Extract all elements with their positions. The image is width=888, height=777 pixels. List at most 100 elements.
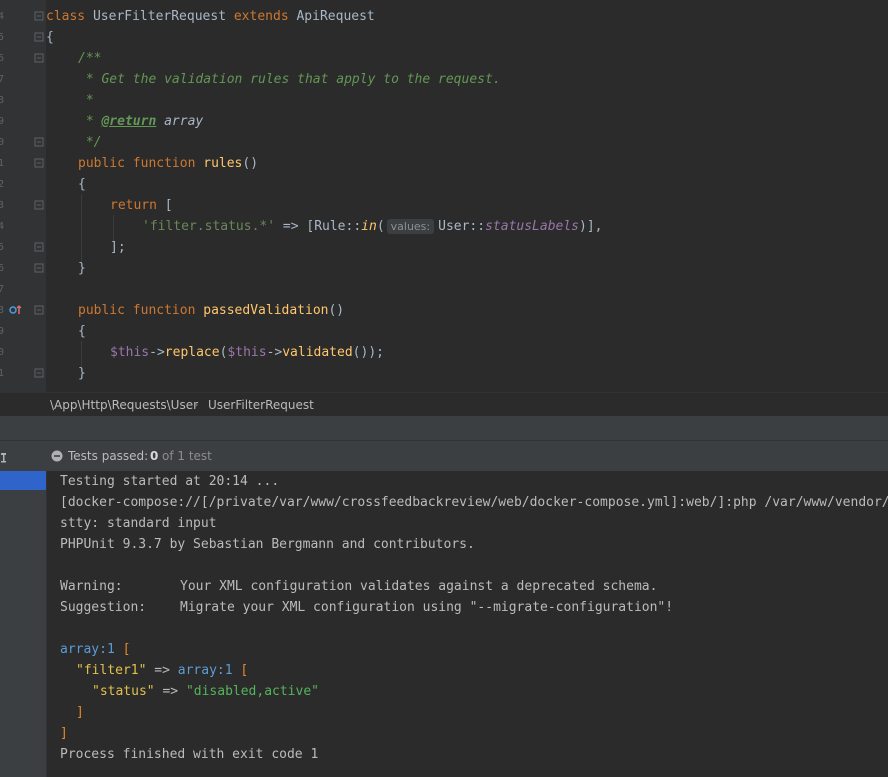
code-line[interactable]: 'filter.status.*' => [Rule::in(values: Us… — [142, 216, 603, 237]
brace: { — [46, 30, 54, 45]
override-method-icon[interactable] — [9, 304, 23, 316]
line-number: 8 — [0, 305, 5, 316]
dump-arrow: => — [154, 684, 186, 699]
line-number: 6 — [0, 53, 5, 64]
fold-marker-icon[interactable] — [34, 158, 44, 168]
breadcrumb-class[interactable]: UserFilterRequest — [208, 393, 314, 417]
keyword: extends — [233, 9, 289, 24]
code-line[interactable]: { — [78, 321, 86, 342]
keyword: return — [110, 198, 157, 213]
code-line[interactable]: * — [78, 90, 94, 111]
ide-window: 4 5 6 7 8 9 0 1 2 3 4 5 6 7 8 9 0 1 clas… — [0, 0, 888, 777]
warning-label: Warning: — [60, 579, 123, 594]
bracket: ]; — [110, 240, 126, 255]
suggestion-label: Suggestion: — [60, 600, 147, 615]
paren: ( — [376, 219, 385, 234]
console-line: Process finished with exit code 1 — [60, 747, 319, 762]
dump-bracket: [ — [232, 663, 249, 678]
fold-marker-icon[interactable] — [34, 11, 44, 21]
code-line[interactable]: public function passedValidation() — [78, 300, 344, 321]
line-number: 9 — [0, 326, 5, 337]
class-name: UserFilterRequest — [92, 9, 227, 24]
dump-line: "status" => "disabled,active" — [92, 681, 319, 702]
doc-return-tag[interactable]: @return — [101, 114, 156, 129]
keyword: function — [132, 156, 196, 171]
fold-marker-icon[interactable] — [34, 368, 44, 378]
run-panel-header: Tests passed: 0 of 1 test — [0, 441, 888, 471]
console-line: Suggestion: Migrate your XML configuratio… — [60, 597, 673, 618]
fold-marker-icon[interactable] — [34, 242, 44, 252]
keyword: public — [78, 156, 125, 171]
code-line[interactable]: { — [46, 27, 54, 48]
console-output[interactable]: Testing started at 20:14 ... [docker-com… — [47, 471, 888, 777]
operator: -> — [266, 345, 283, 360]
line-number: 9 — [0, 116, 5, 127]
line-number: 1 — [0, 158, 5, 169]
doc-comment: /** — [78, 51, 102, 66]
console-line: Testing started at 20:14 ... — [60, 474, 280, 489]
console-line: stty: standard input — [60, 516, 217, 531]
brace: { — [78, 177, 86, 192]
tests-passed-count: 0 — [150, 449, 159, 463]
keyword: class — [46, 9, 86, 24]
dump-line: ] — [60, 723, 68, 744]
function-call: in — [361, 219, 377, 234]
dump-type[interactable]: array:1 — [60, 642, 115, 657]
bracket: [ — [156, 198, 173, 213]
fold-marker-icon[interactable] — [34, 200, 44, 210]
breadcrumb: \App\Http\Requests\User › UserFilterRequ… — [0, 392, 888, 417]
brace: } — [78, 261, 86, 276]
code-editor[interactable]: 4 5 6 7 8 9 0 1 2 3 4 5 6 7 8 9 0 1 clas… — [0, 0, 888, 392]
code-line[interactable]: } — [78, 363, 86, 384]
method-call: replace — [164, 345, 220, 360]
warning-text: Your XML configuration validates against… — [180, 579, 658, 594]
tests-status-label: Tests passed: — [68, 449, 149, 463]
close-expr: )], — [579, 219, 603, 234]
code-line[interactable]: return [ — [110, 195, 173, 216]
code-line[interactable]: ]; — [110, 237, 126, 258]
console-line: [docker-compose://[/private/var/www/cros… — [60, 495, 888, 510]
selected-test-node[interactable] — [0, 471, 46, 490]
fold-marker-icon[interactable] — [34, 137, 44, 147]
dump-bracket: [ — [114, 642, 131, 657]
minus-circle-icon — [51, 450, 63, 462]
code-line[interactable]: class UserFilterRequest extends ApiReque… — [46, 6, 375, 27]
fold-marker-icon[interactable] — [34, 32, 44, 42]
dump-type[interactable]: array:1 — [178, 663, 233, 678]
indent-guide — [81, 194, 82, 262]
pin-icon[interactable] — [0, 451, 8, 465]
code-line[interactable]: * @return array — [78, 111, 203, 132]
line-number: 1 — [0, 368, 5, 379]
line-number: 8 — [0, 95, 5, 106]
tests-total: of 1 test — [162, 449, 212, 463]
code-line[interactable]: { — [78, 174, 86, 195]
line-number: 0 — [0, 137, 5, 148]
panel-divider[interactable] — [0, 416, 888, 441]
operator: => [Rule:: — [275, 219, 362, 234]
keyword: public — [78, 303, 125, 318]
dump-key: "status" — [92, 684, 155, 699]
dump-value: "disabled,active" — [185, 684, 319, 699]
line-number: 0 — [0, 347, 5, 358]
variable: $this — [110, 345, 150, 360]
dump-line: "filter1" => array:1 [ — [76, 660, 248, 681]
code-line[interactable]: public function rules() — [78, 153, 258, 174]
line-number: 3 — [0, 200, 5, 211]
dump-line: ] — [76, 702, 84, 723]
fold-marker-icon[interactable] — [34, 53, 44, 63]
suggestion-text: Migrate your XML configuration using "--… — [180, 600, 674, 615]
method-name: rules — [203, 156, 243, 171]
line-number-gutter[interactable]: 4 5 6 7 8 9 0 1 2 3 4 5 6 7 8 9 0 1 — [0, 0, 46, 392]
fold-marker-icon[interactable] — [34, 305, 44, 315]
operator: -> — [149, 345, 165, 360]
static-method: statusLabels — [485, 219, 580, 234]
code-line[interactable]: * Get the validation rules that apply to… — [78, 69, 501, 90]
code-line[interactable]: /** — [78, 48, 101, 69]
line-number: 5 — [0, 242, 5, 253]
code-line[interactable]: */ — [78, 132, 102, 153]
code-line[interactable]: } — [78, 258, 86, 279]
fold-marker-icon[interactable] — [34, 263, 44, 273]
breadcrumb-namespace[interactable]: \App\Http\Requests\User — [50, 393, 198, 417]
code-line[interactable]: $this->replace($this->validated()); — [110, 342, 384, 363]
string-literal: 'filter.status.*' — [142, 219, 276, 234]
